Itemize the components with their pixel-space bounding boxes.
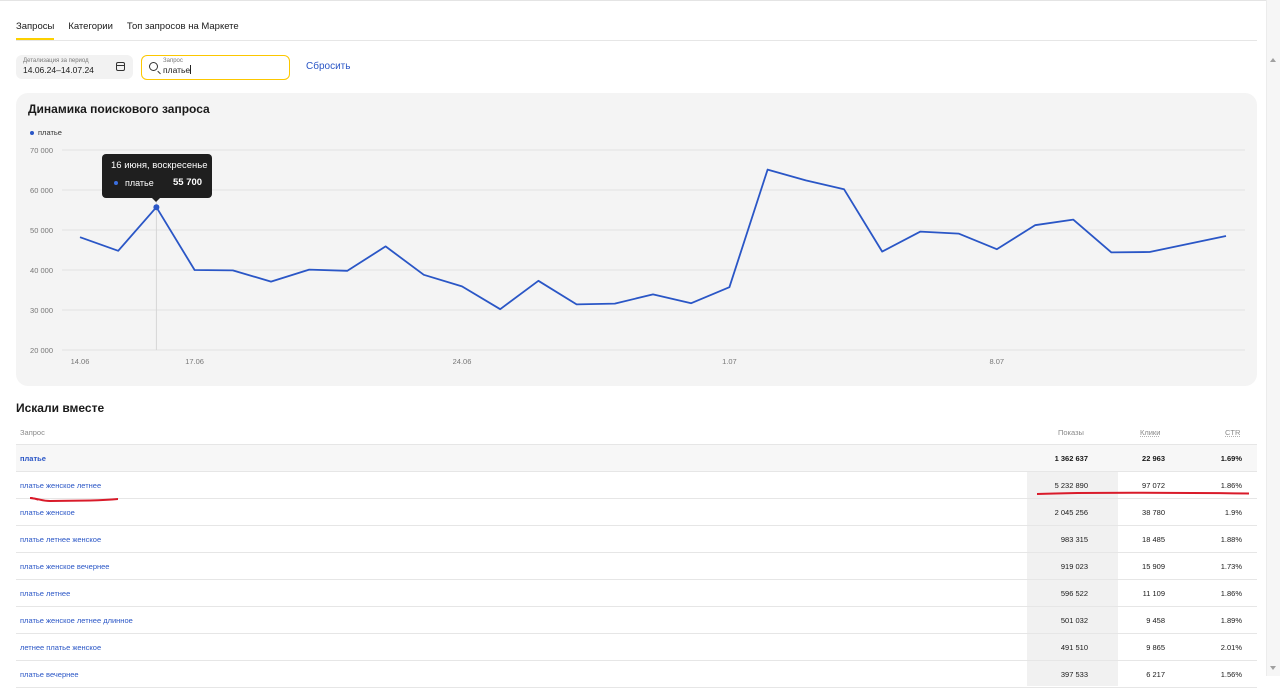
row-query-link[interactable]: платье [20,454,46,463]
query-value[interactable]: платье [163,65,190,75]
tooltip-dot-icon [114,180,118,185]
table-row: платье женское летнее длинное 501 032 9 45… [16,607,1257,634]
table-row: платье летнее 596 522 11 109 1.86% [16,580,1257,607]
row-query-link[interactable]: платье женское летнее [20,481,101,490]
row-clicks: 15 909 [1142,562,1165,571]
tab-queries[interactable]: Запросы [16,16,55,40]
table-row: платье вечернее 397 533 6 217 1.56% [16,661,1257,688]
table-row: платье 1 362 637 22 963 1.69% [16,445,1257,472]
row-clicks: 11 109 [1142,589,1165,598]
tooltip-date: 16 июня, воскресенье [111,160,208,171]
row-clicks: 9 865 [1146,643,1165,652]
red-marker-underline [30,497,118,503]
row-ctr: 1.56% [1220,670,1242,679]
header-query: Запрос [20,428,45,437]
row-query-link[interactable]: платье женское [20,508,75,517]
row-ctr: 1.69% [1220,454,1242,463]
row-query-link[interactable]: летнее платье женское [20,643,101,652]
row-shows: 397 533 [1060,670,1088,679]
tabs-bar: Запросы Категории Топ запросов на Маркет… [16,16,1257,41]
period-picker[interactable]: Детализация за период 14.06.24–14.07.24 [16,55,133,79]
calendar-icon[interactable] [116,62,125,71]
page-scrollbar[interactable] [1266,0,1280,676]
query-value-wrap[interactable]: платье [163,65,289,76]
row-shows: 2 045 256 [1054,508,1088,517]
table-body: платье 1 362 637 22 963 1.69% платье женское… [16,445,1257,688]
row-clicks: 97 072 [1142,481,1165,490]
chart-card: Динамика поискового запроса платье [16,93,1257,386]
row-clicks: 9 458 [1146,616,1165,625]
row-query-link[interactable]: платье летнее женское [20,535,101,544]
scroll-up-arrow-icon[interactable] [1270,58,1276,62]
top-border [0,0,1280,1]
tooltip-value: 55 700 [173,177,203,188]
row-shows: 491 510 [1060,643,1088,652]
row-clicks: 6 217 [1146,670,1165,679]
tab-categories[interactable]: Категории [68,16,113,40]
header-clicks[interactable]: Клики [1140,428,1160,437]
row-clicks: 18 485 [1142,535,1165,544]
reset-button[interactable]: Сбросить [306,61,350,72]
row-ctr: 1.86% [1220,481,1242,490]
query-label: Запрос [163,58,183,64]
chart-legend: платье [30,128,62,137]
row-query-link[interactable]: платье вечернее [20,670,79,679]
row-ctr: 1.89% [1220,616,1242,625]
related-title: Искали вместе [16,401,105,415]
row-shows: 501 032 [1060,616,1088,625]
row-shows: 596 522 [1060,589,1088,598]
table-row: летнее платье женское 491 510 9 865 2.01% [16,634,1257,661]
row-ctr: 2.01% [1220,643,1242,652]
tooltip-series: платье [125,177,154,188]
row-shows: 919 023 [1060,562,1088,571]
row-query-link[interactable]: платье женское вечернее [20,562,109,571]
row-ctr: 1.86% [1220,589,1242,598]
row-query-link[interactable]: платье женское летнее длинное [20,616,133,625]
tab-market-top-queries[interactable]: Топ запросов на Маркете [127,16,239,40]
row-ctr: 1.73% [1220,562,1242,571]
row-ctr: 1.88% [1220,535,1242,544]
legend-label: платье [38,128,62,137]
related-table: Запрос Показы Клики CTR платье 1 362 637 2… [16,420,1257,688]
row-shows: 5 232 890 [1054,481,1088,490]
search-icon [149,62,158,71]
scroll-down-arrow-icon[interactable] [1270,666,1276,670]
row-ctr: 1.9% [1224,508,1242,517]
row-clicks: 22 963 [1142,454,1165,463]
table-row: платье летнее женское 983 315 18 485 1.88% [16,526,1257,553]
table-row: платье женское 2 045 256 38 780 1.9% [16,499,1257,526]
table-row: платье женское вечернее 919 023 15 909 1.73… [16,553,1257,580]
header-shows[interactable]: Показы [1058,428,1084,437]
red-marker-underline-numbers [1037,491,1249,495]
row-shows: 1 362 637 [1054,454,1088,463]
row-clicks: 38 780 [1142,508,1165,517]
row-query-link[interactable]: платье летнее [20,589,70,598]
chart-title: Динамика поискового запроса [28,102,210,116]
header-ctr[interactable]: CTR [1225,428,1240,437]
row-shows: 983 315 [1060,535,1088,544]
tooltip-row: платье 55 700 [111,177,212,188]
table-header: Запрос Показы Клики CTR [16,420,1257,445]
query-input[interactable]: Запрос платье [141,55,290,80]
text-caret [190,65,192,74]
legend-dot-icon [30,130,34,135]
chart-tooltip: 16 июня, воскресенье платье 55 700 [102,154,212,202]
